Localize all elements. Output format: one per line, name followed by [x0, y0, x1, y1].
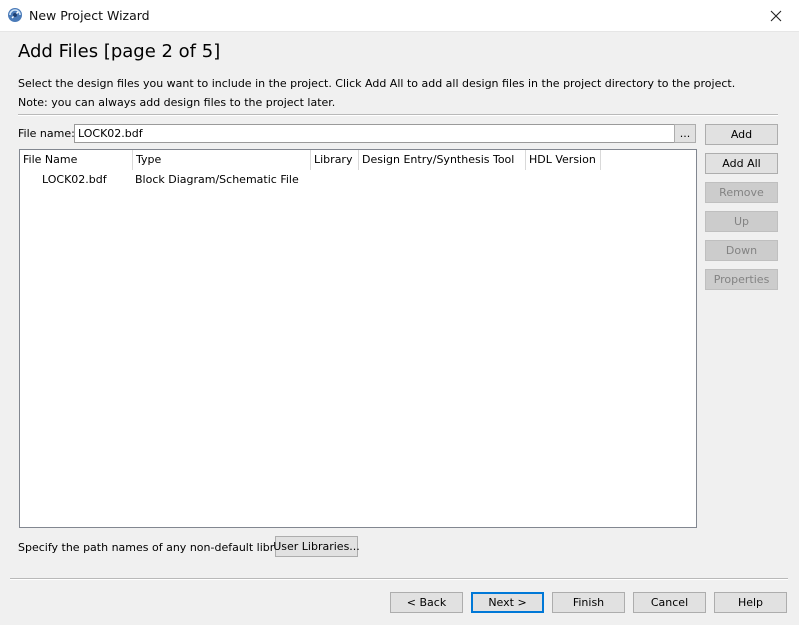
cell-file-name: LOCK02.bdf	[42, 173, 107, 186]
window-title: New Project Wizard	[29, 8, 150, 23]
cell-type: Block Diagram/Schematic File	[135, 173, 299, 186]
down-button[interactable]: Down	[705, 240, 778, 261]
header-divider	[18, 114, 778, 116]
libraries-label: Specify the path names of any non-defaul…	[18, 541, 305, 554]
page-description: Select the design files you want to incl…	[18, 77, 736, 90]
add-all-button[interactable]: Add All	[705, 153, 778, 174]
footer-divider	[10, 578, 788, 580]
close-icon	[770, 10, 782, 21]
help-button[interactable]: Help	[714, 592, 787, 613]
quartus-app-icon	[8, 8, 22, 22]
title-bar: New Project Wizard	[0, 0, 799, 32]
file-name-label: File name:	[18, 127, 75, 140]
page-note: Note: you can always add design files to…	[18, 96, 336, 109]
remove-button[interactable]: Remove	[705, 182, 778, 203]
column-header-type[interactable]: Type	[133, 150, 311, 170]
column-header-library[interactable]: Library	[311, 150, 359, 170]
column-header-design-entry-tool[interactable]: Design Entry/Synthesis Tool	[359, 150, 526, 170]
user-libraries-button[interactable]: User Libraries...	[273, 536, 360, 557]
next-button[interactable]: Next >	[471, 592, 544, 613]
browse-button[interactable]: ...	[674, 124, 696, 143]
up-button[interactable]: Up	[705, 211, 778, 232]
close-button[interactable]	[753, 0, 799, 31]
finish-button[interactable]: Finish	[552, 592, 625, 613]
properties-button[interactable]: Properties	[705, 269, 778, 290]
add-button[interactable]: Add	[705, 124, 778, 145]
column-header-hdl-version[interactable]: HDL Version	[526, 150, 601, 170]
page-title: Add Files [page 2 of 5]	[18, 41, 221, 62]
file-name-input[interactable]	[74, 124, 676, 143]
files-table[interactable]: File Name Type Library Design Entry/Synt…	[19, 149, 697, 528]
cancel-button[interactable]: Cancel	[633, 592, 706, 613]
new-project-wizard-window: New Project Wizard Add Files [page 2 of …	[0, 0, 799, 625]
back-button[interactable]: < Back	[390, 592, 463, 613]
column-header-file-name[interactable]: File Name	[20, 150, 133, 170]
